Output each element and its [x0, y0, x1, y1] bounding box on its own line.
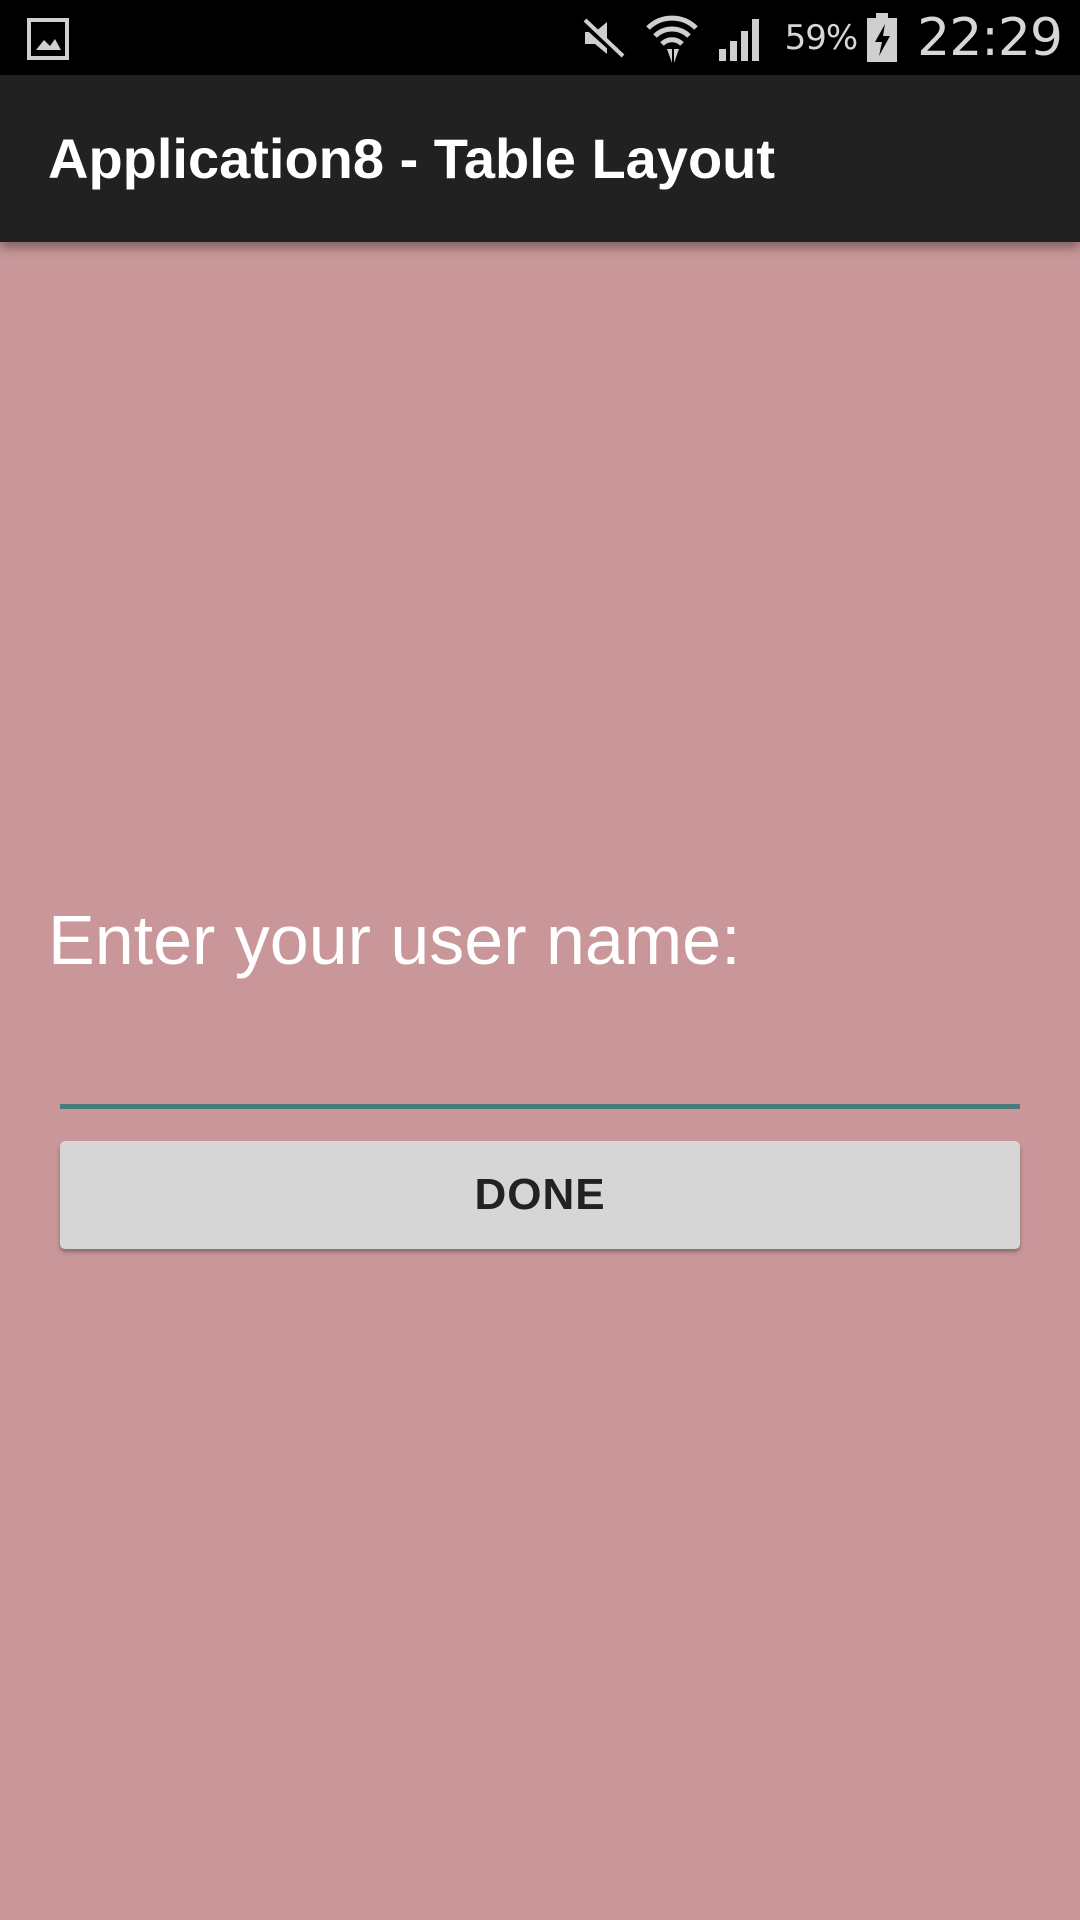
done-button[interactable]: DONE — [60, 1141, 1020, 1249]
username-prompt-label: Enter your user name: — [48, 901, 741, 979]
battery-charging-icon — [867, 12, 898, 62]
signal-icon — [718, 18, 759, 61]
username-input-underline — [60, 1104, 1020, 1109]
gallery-icon — [27, 18, 69, 60]
status-bar: 59% 22:29 — [0, 0, 1080, 75]
app-title: Application8 - Table Layout — [48, 127, 776, 190]
username-input[interactable] — [60, 1040, 1020, 1106]
action-bar: Application8 - Table Layout — [0, 75, 1080, 242]
battery-percent: 59% — [784, 17, 859, 58]
wifi-icon — [645, 15, 698, 63]
status-icons: 59% 22:29 — [561, 0, 1063, 75]
mute-icon — [580, 18, 625, 61]
clock: 22:29 — [917, 7, 1063, 68]
app-screen: 59% 22:29 Application8 - Table Layout En… — [0, 0, 1080, 1920]
